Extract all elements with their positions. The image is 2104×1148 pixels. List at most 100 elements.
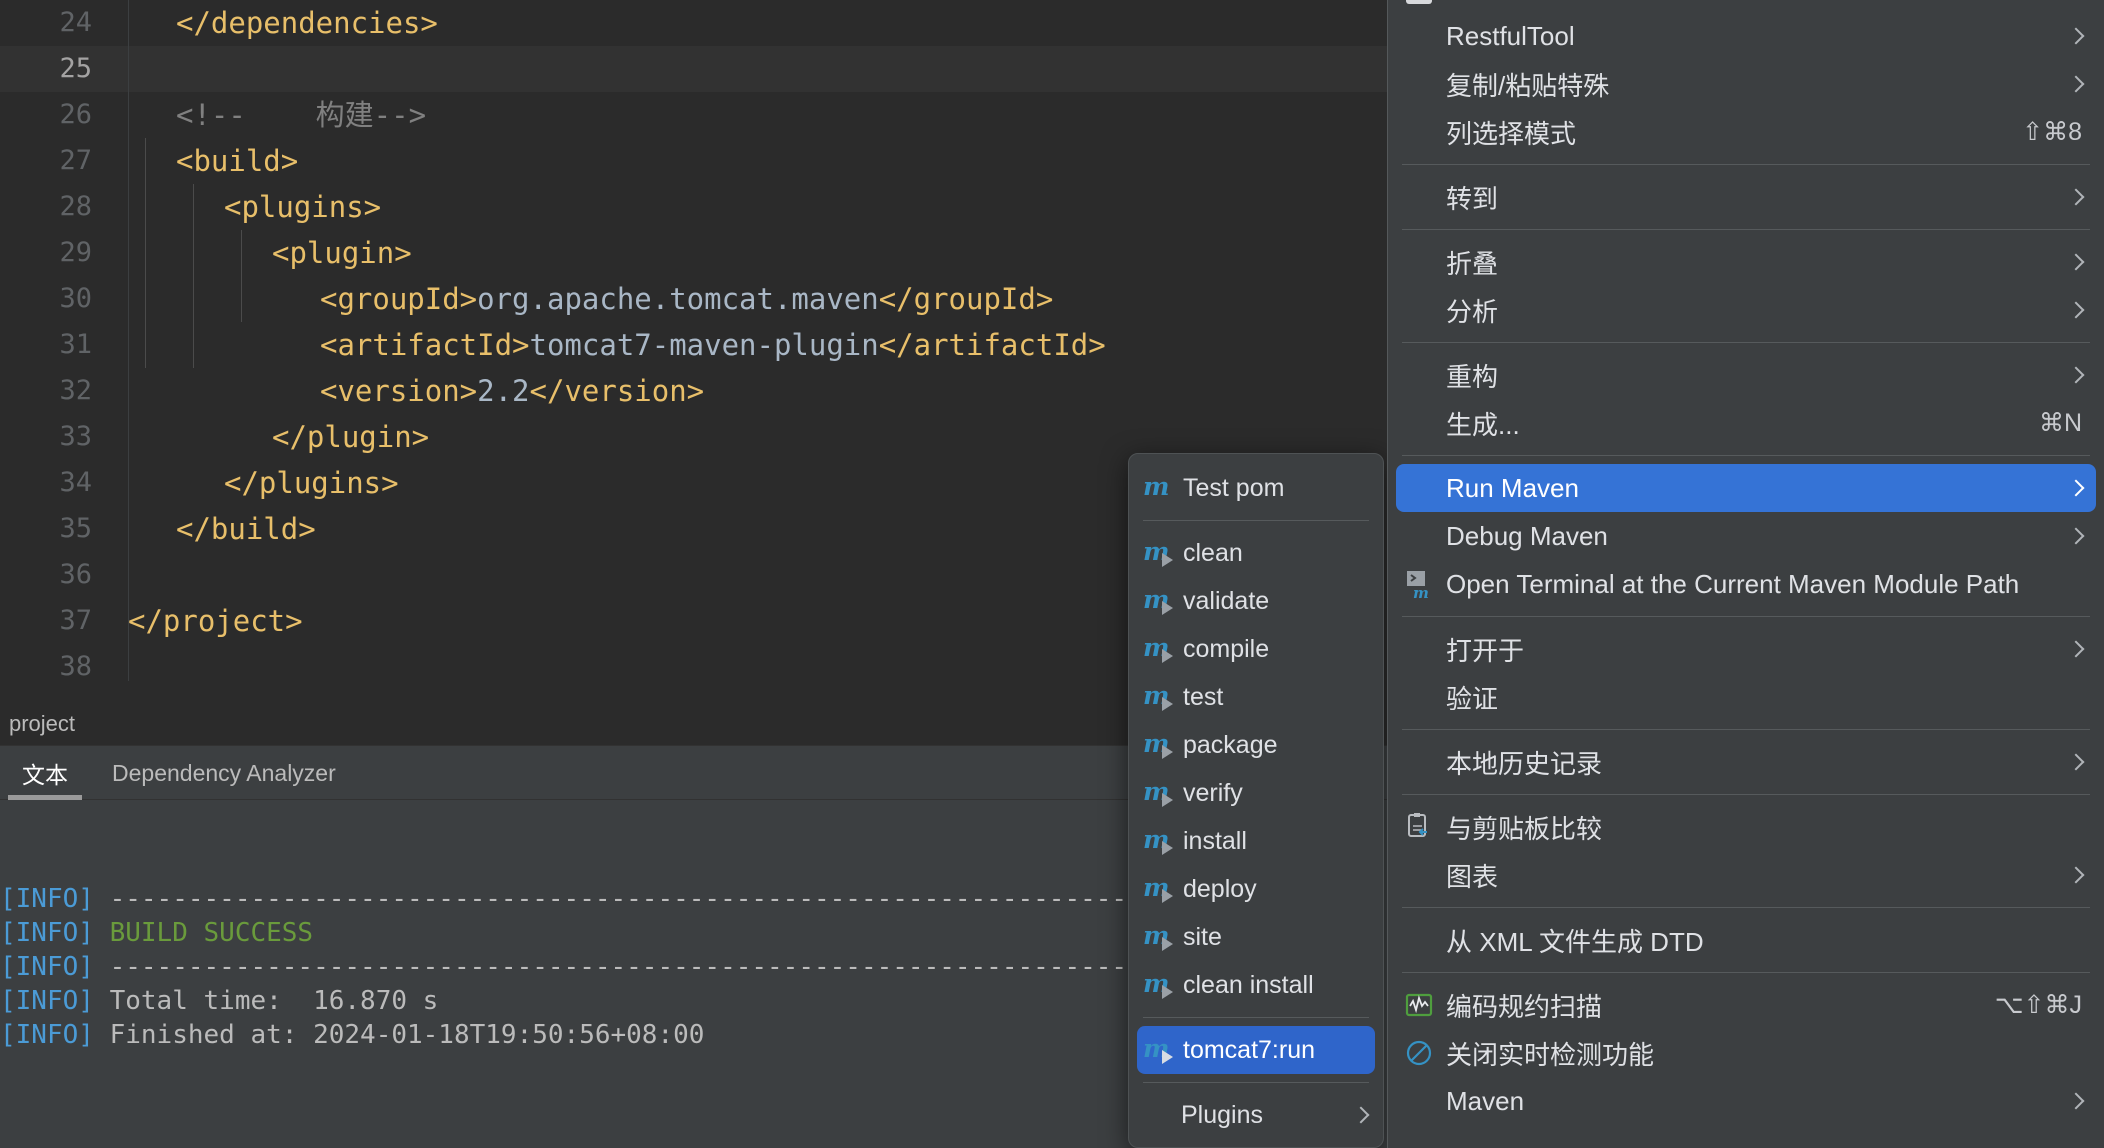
menu-separator <box>1402 455 2090 456</box>
maven-goal-label: site <box>1183 922 1222 951</box>
context-menu-item-label: 从 XML 文件生成 DTD <box>1446 926 1704 957</box>
context-menu-item-label: 打开于 <box>1446 635 1525 666</box>
context-menu-items[interactable]: RestfulTool 复制/粘贴特殊 列选择模式 ⇧⌘8 转到折叠 分析重构 生成... ⌘… <box>1388 12 2104 1125</box>
ide-window: 24 </dependencies> 25 26 <!-- 构建--> 27 <build>… <box>0 0 2104 1148</box>
context-menu-item[interactable]: Run Maven <box>1396 464 2096 512</box>
context-menu-item[interactable]: 打开于 <box>1388 625 2104 673</box>
code-text: </dependencies> <box>128 0 438 46</box>
maven-submenu-header[interactable]: m Test pom <box>1129 464 1383 512</box>
console-level-label: INFO <box>15 884 79 914</box>
menu-separator <box>1402 342 2090 343</box>
context-menu-item[interactable]: 列选择模式 ⇧⌘8 <box>1388 108 2104 156</box>
maven-goal-list[interactable]: m clean m validate m compile m test m package m ver… <box>1129 529 1383 1009</box>
code-token: </project> <box>128 604 303 638</box>
context-menu-item[interactable]: 编码规约扫描 ⌥⇧⌘J <box>1388 981 2104 1029</box>
code-line[interactable]: 31 <artifactId>tomcat7-maven-plugin</arti… <box>0 322 1387 368</box>
context-menu-item[interactable]: m Open Terminal at the Current Maven Modu… <box>1388 560 2104 608</box>
code-line[interactable]: 30 <groupId>org.apache.tomcat.maven</grou… <box>0 276 1387 322</box>
editor-context-menu[interactable]: RestfulTool 复制/粘贴特殊 列选择模式 ⇧⌘8 转到折叠 分析重构 生成... ⌘… <box>1387 0 2104 1148</box>
line-number: 30 <box>59 283 92 314</box>
maven-goal-item[interactable]: m clean install <box>1129 961 1383 1009</box>
code-token: </version> <box>529 374 705 408</box>
maven-goal-label: clean install <box>1183 970 1314 999</box>
code-scan-icon <box>1404 990 1434 1020</box>
code-token: org.apache.tomcat.maven <box>477 282 879 316</box>
maven-goal-item[interactable]: m package <box>1129 721 1383 769</box>
context-menu-item[interactable]: 从 XML 文件生成 DTD <box>1388 916 2104 964</box>
chevron-right-icon <box>2067 640 2085 658</box>
maven-goal-item[interactable]: m validate <box>1129 577 1383 625</box>
maven-goal-item[interactable]: m install <box>1129 817 1383 865</box>
maven-plugins-item[interactable]: Plugins <box>1129 1091 1383 1139</box>
maven-submenu-header-label: Test pom <box>1183 473 1285 502</box>
maven-goal-icon: m <box>1143 778 1173 808</box>
maven-goal-icon: m <box>1143 874 1173 904</box>
context-menu-item-label: 转到 <box>1446 183 1499 214</box>
chevron-right-icon <box>1352 1106 1370 1124</box>
maven-goal-item[interactable]: m compile <box>1129 625 1383 673</box>
context-menu-item-label: Maven <box>1446 1085 1525 1116</box>
context-menu-clipped-item[interactable] <box>1388 0 2104 12</box>
code-line[interactable]: 32 <version>2.2</version> <box>0 368 1387 414</box>
context-menu-item[interactable]: Debug Maven <box>1388 512 2104 560</box>
maven-goal-icon: m <box>1143 538 1173 568</box>
menu-separator <box>1143 520 1369 521</box>
panel-tab-text[interactable]: 文本 <box>0 747 90 800</box>
maven-goal-label: tomcat7:run <box>1183 1035 1316 1064</box>
maven-goal-icon: m <box>1143 1035 1173 1065</box>
line-number: 28 <box>59 191 92 222</box>
menu-separator <box>1402 729 2090 730</box>
context-menu-item[interactable]: 重构 <box>1388 351 2104 399</box>
maven-goal-item[interactable]: m deploy <box>1129 865 1383 913</box>
line-number: 24 <box>59 7 92 38</box>
maven-custom-goal-list[interactable]: m tomcat7:run <box>1129 1026 1383 1074</box>
menu-separator <box>1402 907 2090 908</box>
console-level-label: INFO <box>15 1020 79 1050</box>
maven-goal-item[interactable]: m site <box>1129 913 1383 961</box>
context-menu-item-label: 图表 <box>1446 861 1499 892</box>
maven-goal-item[interactable]: m tomcat7:run <box>1137 1026 1375 1074</box>
code-line[interactable]: 24 </dependencies> <box>0 0 1387 46</box>
context-menu-item[interactable]: 图表 <box>1388 851 2104 899</box>
maven-goal-icon: m <box>1143 682 1173 712</box>
code-line[interactable]: 28 <plugins> <box>0 184 1387 230</box>
maven-goal-item[interactable]: m clean <box>1129 529 1383 577</box>
context-menu-item[interactable]: 本地历史记录 <box>1388 738 2104 786</box>
context-menu-item[interactable]: Maven <box>1388 1077 2104 1125</box>
console-line-text: ----------------------------------------… <box>93 952 1237 982</box>
line-number: 37 <box>59 605 92 636</box>
context-menu-item[interactable]: 折叠 <box>1388 238 2104 286</box>
maven-goal-item[interactable]: m verify <box>1129 769 1383 817</box>
line-number: 29 <box>59 237 92 268</box>
context-menu-item[interactable]: 生成... ⌘N <box>1388 399 2104 447</box>
code-line[interactable]: 29 <plugin> <box>0 230 1387 276</box>
context-menu-item[interactable]: RestfulTool <box>1388 12 2104 60</box>
context-menu-item-label: 验证 <box>1446 683 1499 714</box>
code-line[interactable]: 25 <box>0 46 1387 92</box>
context-menu-item-label: 本地历史记录 <box>1446 748 1603 779</box>
maven-goals-submenu[interactable]: m Test pom m clean m validate m compile m test m… <box>1128 453 1384 1148</box>
context-menu-item[interactable]: 验证 <box>1388 673 2104 721</box>
context-menu-item[interactable]: 复制/粘贴特殊 <box>1388 60 2104 108</box>
context-menu-item[interactable]: 转到 <box>1388 173 2104 221</box>
maven-goal-item[interactable]: m test <box>1129 673 1383 721</box>
maven-goal-icon: m <box>1143 730 1173 760</box>
panel-tab-dependency-analyzer[interactable]: Dependency Analyzer <box>90 747 358 800</box>
context-menu-item[interactable]: 与剪贴板比较 <box>1388 803 2104 851</box>
code-line[interactable]: 27 <build> <box>0 138 1387 184</box>
context-menu-item[interactable]: 关闭实时检测功能 <box>1388 1029 2104 1077</box>
maven-plugins-label: Plugins <box>1181 1100 1263 1129</box>
panel-tab-label: Dependency Analyzer <box>112 759 336 786</box>
line-number: 38 <box>59 651 92 682</box>
maven-goal-label: package <box>1183 730 1278 759</box>
chevron-right-icon <box>2067 866 2085 884</box>
console-level-tag: [INFO] <box>0 1020 94 1050</box>
console-line-text: Finished at: 2024-01-18T19:50:56+08:00 <box>93 1020 705 1050</box>
code-token: tomcat7-maven-plugin <box>529 328 879 362</box>
context-menu-item-label: 列选择模式 <box>1446 118 1577 149</box>
code-line[interactable]: 26 <!-- 构建--> <box>0 92 1387 138</box>
code-token: <groupId> <box>320 282 478 316</box>
context-menu-shortcut: ⌘N <box>2038 409 2082 437</box>
context-menu-item[interactable]: 分析 <box>1388 286 2104 334</box>
line-number: 31 <box>59 329 92 360</box>
